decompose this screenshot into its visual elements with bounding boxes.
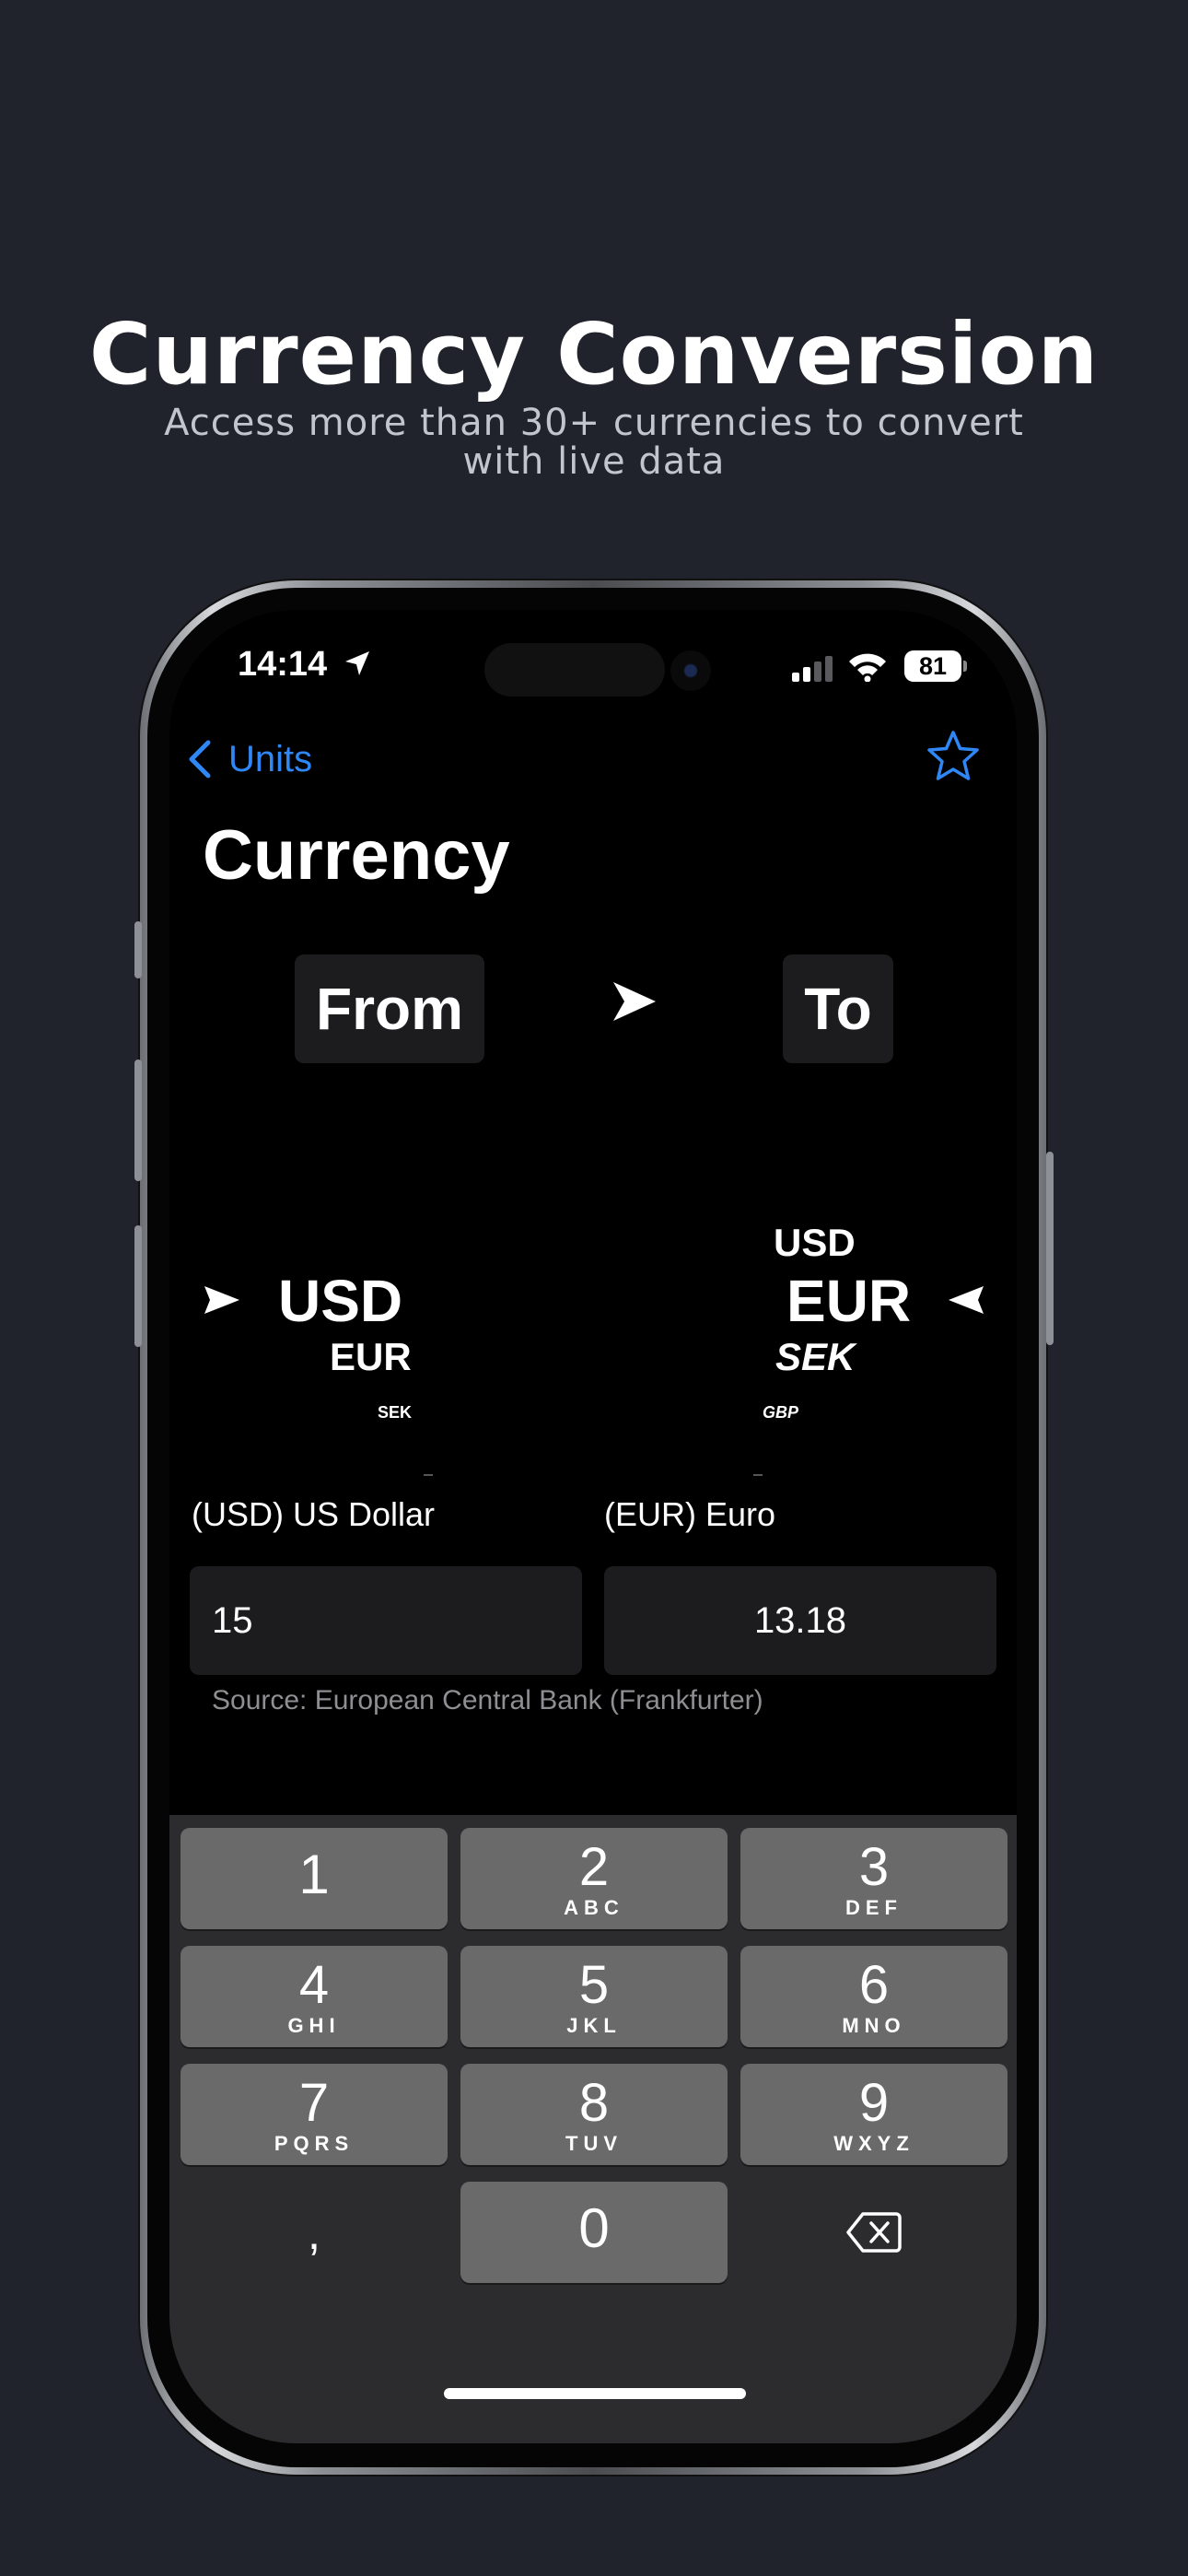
key-letters: GHI [287,2014,341,2037]
power-button [1046,1152,1054,1345]
delete-key[interactable] [740,2182,1007,2283]
to-button[interactable]: To [783,954,893,1063]
volume-up-button [134,1060,142,1181]
direction-arrow-icon[interactable] [611,980,658,1023]
to-picker-option[interactable]: USD [774,1220,856,1266]
key-decimal-label: , [307,2207,321,2260]
key-number: 6 [858,1955,890,2015]
key-letters: DEF [845,1896,903,1919]
key-number: 0 [578,2197,610,2259]
to-field-label: (EUR) Euro [604,1495,776,1533]
to-picker-fade-line [753,1474,763,1476]
key-letters: ABC [564,1896,624,1919]
key-3[interactable]: 3 DEF [740,1828,1007,1929]
key-8[interactable]: 8 TUV [460,2064,728,2165]
from-picker-option[interactable]: SEK [378,1402,412,1423]
star-icon[interactable] [925,728,982,785]
to-picker-arrow-icon [949,1286,984,1314]
to-picker-selected[interactable]: EUR [786,1266,911,1336]
key-number: 2 [578,1837,610,1897]
battery-icon: 81 [904,650,961,682]
data-source-note: Source: European Central Bank (Frankfurt… [212,1685,763,1715]
dynamic-island [484,643,665,697]
key-4[interactable]: 4 GHI [181,1946,448,2047]
key-6[interactable]: 6 MNO [740,1946,1007,2047]
from-picker-option[interactable]: EUR [330,1334,412,1380]
key-letters: TUV [565,2132,623,2155]
back-button-label: Units [228,738,313,779]
from-field-label: (USD) US Dollar [192,1495,436,1533]
to-picker-option[interactable]: GBP [763,1402,798,1423]
action-button [134,921,142,978]
key-number: 4 [298,1955,330,2015]
key-1[interactable]: 1 [181,1828,448,1929]
key-9[interactable]: 9 WXYZ [740,2064,1007,2165]
from-button[interactable]: From [295,954,484,1063]
to-amount-output[interactable]: 13.18 [604,1566,996,1675]
cellular-signal-icon [792,656,833,682]
key-2[interactable]: 2 ABC [460,1828,728,1929]
back-button[interactable]: Units [188,732,312,787]
promo-headline: Currency Conversion [88,305,1100,404]
to-picker-option[interactable]: SEK [775,1334,855,1380]
promo-subline: Access more than 30+ currencies to conve… [164,402,1024,483]
key-7[interactable]: 7 PQRS [181,2064,448,2165]
status-time: 14:14 [238,645,328,684]
key-number: 3 [858,1837,890,1897]
key-letters: MNO [842,2014,906,2037]
from-picker-arrow-icon [204,1286,239,1314]
page-title: Currency [203,816,510,895]
from-picker-fade-line [424,1474,433,1476]
camera-icon [670,650,711,691]
wifi-icon [849,653,886,682]
phone-screen: 14:14 81 Units Currency From To USD EUR … [169,610,1017,2443]
home-indicator[interactable] [444,2388,746,2399]
volume-down-button [134,1225,142,1347]
key-number: 1 [298,1844,330,1905]
key-decimal[interactable]: , [181,2182,448,2283]
backspace-icon [846,2212,902,2253]
key-letters: WXYZ [833,2132,914,2155]
from-amount-input[interactable]: 15 [190,1566,582,1675]
battery-tip [963,661,967,672]
key-number: 5 [578,1955,610,2015]
location-arrow-icon [345,651,369,675]
key-number: 9 [858,2073,890,2133]
key-number: 8 [578,2073,610,2133]
key-letters: JKL [566,2014,622,2037]
chevron-left-icon [189,740,211,779]
key-number: 7 [298,2073,330,2133]
key-letters: PQRS [274,2132,355,2155]
numeric-keypad: 1 2 ABC 3 DEF 4 GHI 5 JKL 6 MNO 7 PQRS 8… [169,1815,1017,2443]
key-0[interactable]: 0 [460,2182,728,2283]
key-5[interactable]: 5 JKL [460,1946,728,2047]
from-picker-selected[interactable]: USD [278,1266,402,1336]
